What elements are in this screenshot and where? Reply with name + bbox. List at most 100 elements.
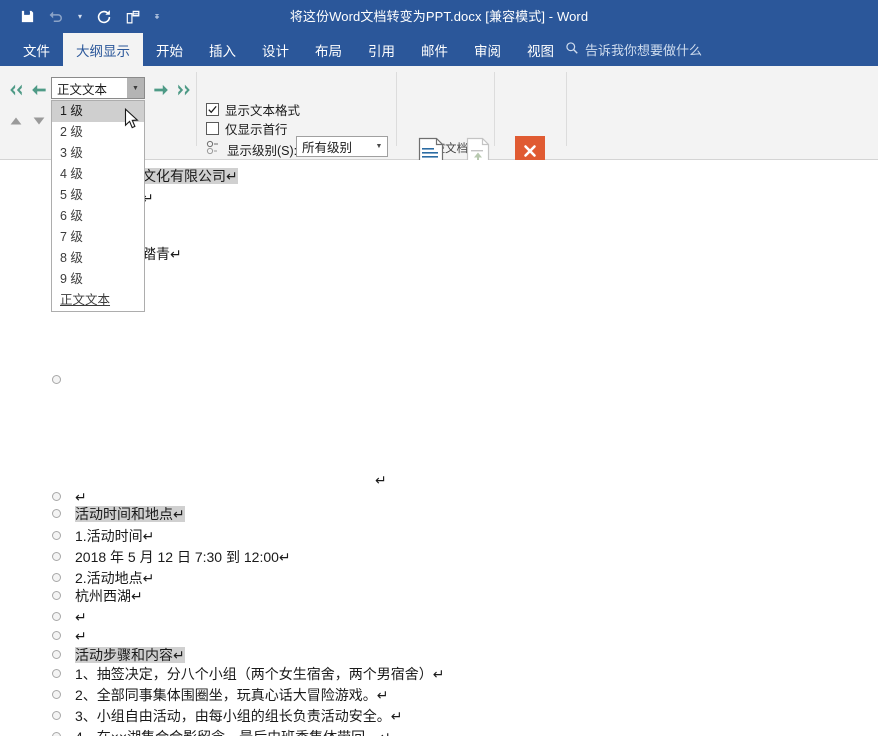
move-down-button[interactable] (28, 110, 50, 132)
document-line[interactable]: 1.活动时间↵ (75, 526, 154, 546)
outline-level-option[interactable]: 3 级 (52, 143, 144, 164)
outline-bullet-icon[interactable] (52, 531, 61, 540)
document-line[interactable]: 1、抽签决定，分八个小组（两个女生宿舍，两个男宿舍）↵ (75, 664, 445, 684)
document-line-text: ↵ (75, 609, 87, 625)
show-level-combo[interactable]: 所有级别 ▼ (296, 136, 388, 157)
document-line-text: 2、全部同事集体围圈坐，玩真心话大冒险游戏。↵ (75, 687, 389, 703)
tab-mailings[interactable]: 邮件 (408, 33, 461, 66)
tab-home[interactable]: 开始 (143, 33, 196, 66)
document-line[interactable]: 3、小组自由活动，由每小组的组长负责活动安全。↵ (75, 706, 403, 726)
outline-level-option[interactable]: 6 级 (52, 206, 144, 227)
outline-bullet-icon[interactable] (52, 690, 61, 699)
document-line-text: 1.活动时间↵ (75, 528, 154, 544)
document-line-text: 3、小组自由活动，由每小组的组长负责活动安全。↵ (75, 708, 403, 724)
word-window: ▾ ⩨ 将这份Word文档转变为PPT.docx [兼容模式] - Word 文… (0, 0, 878, 736)
document-line-text: ↵ (75, 489, 87, 505)
outline-bullet-icon[interactable] (52, 631, 61, 640)
outline-level-dropdown[interactable]: 1 级2 级3 级4 级5 级6 级7 级8 级9 级正文文本 (51, 100, 145, 312)
show-first-line-only-checkbox[interactable]: 仅显示首行 (206, 119, 288, 138)
document-line-text: 2.活动地点↵ (75, 570, 154, 586)
tab-review[interactable]: 审阅 (461, 33, 514, 66)
tab-file[interactable]: 文件 (10, 33, 63, 66)
checkbox-unchecked-icon (206, 122, 219, 135)
outline-bullet-icon[interactable] (52, 650, 61, 659)
outline-level-option[interactable]: 5 级 (52, 185, 144, 206)
document-line-text: 活动步骤和内容↵ (75, 647, 185, 663)
group-separator (494, 72, 495, 146)
outline-bullet-icon[interactable] (52, 552, 61, 561)
tab-design[interactable]: 设计 (249, 33, 302, 66)
document-line-text: ↵ (375, 472, 387, 488)
outline-bullet-icon[interactable] (52, 612, 61, 621)
outline-level-value: 正文文本 (52, 79, 127, 98)
document-line[interactable]: 2.活动地点↵ (75, 568, 154, 588)
outline-bullet-icon[interactable] (52, 375, 61, 384)
tab-insert[interactable]: 插入 (196, 33, 249, 66)
outline-bullet-icon[interactable] (52, 669, 61, 678)
outline-bullet-icon[interactable] (52, 509, 61, 518)
document-line-text: 2018 年 5 月 12 日 7:30 到 12:00↵ (75, 549, 291, 565)
ribbon-tab-bar: 文件 大纲显示 开始 插入 设计 布局 引用 邮件 审阅 视图 告诉我你想要做什… (0, 33, 878, 66)
group-separator (396, 72, 397, 146)
show-text-formatting-checkbox[interactable]: 显示文本格式 (206, 100, 300, 119)
outline-bullet-icon[interactable] (52, 711, 61, 720)
show-level-label: 显示级别(S): (227, 140, 297, 159)
outline-level-option[interactable]: 2 级 (52, 122, 144, 143)
document-line-text: 杭州西湖↵ (75, 588, 143, 604)
document-line-text: 活动时间和地点↵ (75, 506, 185, 522)
tell-me-label: 告诉我你想要做什么 (585, 40, 702, 59)
outline-level-combo[interactable]: 正文文本 ▼ (51, 77, 145, 99)
document-line-text: ↵ (75, 628, 87, 644)
document-line[interactable]: 4、在××湖集合合影留念，最后由班委集体带回。↵ (75, 727, 391, 736)
promote-button[interactable] (28, 79, 50, 101)
quick-access-toolbar: ▾ ⩨ (14, 0, 165, 33)
demote-to-body-text-button[interactable] (173, 79, 195, 101)
promote-to-heading1-button[interactable] (5, 79, 27, 101)
tab-references[interactable]: 引用 (355, 33, 408, 66)
document-line[interactable]: 杭州西湖↵ (75, 586, 143, 606)
document-line[interactable]: 活动步骤和内容↵ (75, 645, 185, 665)
outline-level-option[interactable]: 9 级 (52, 269, 144, 290)
document-line-text: 1、抽签决定，分八个小组（两个女生宿舍，两个男宿舍）↵ (75, 666, 445, 682)
show-first-line-only-label: 仅显示首行 (225, 119, 288, 138)
redo-icon[interactable] (91, 5, 117, 29)
chevron-down-icon[interactable]: ▼ (127, 78, 144, 98)
document-line[interactable]: ↵ (75, 626, 87, 646)
outline-bullet-icon[interactable] (52, 492, 61, 501)
tab-view[interactable]: 视图 (514, 33, 567, 66)
show-text-formatting-label: 显示文本格式 (225, 100, 300, 119)
move-up-button[interactable] (5, 110, 27, 132)
tab-layout[interactable]: 布局 (302, 33, 355, 66)
outline-level-option[interactable]: 正文文本 (52, 290, 144, 311)
document-line[interactable]: ↵ (375, 470, 387, 490)
format-painter-icon[interactable] (120, 5, 146, 29)
outline-bullet-icon[interactable] (52, 732, 61, 736)
document-line-text: 4、在××湖集合合影留念，最后由班委集体带回。↵ (75, 729, 391, 736)
group-separator (566, 72, 567, 146)
save-icon[interactable] (14, 5, 40, 29)
tab-outline[interactable]: 大纲显示 (63, 33, 143, 66)
undo-icon[interactable] (43, 5, 69, 29)
outline-level-option[interactable]: 8 级 (52, 248, 144, 269)
outline-level-option[interactable]: 4 级 (52, 164, 144, 185)
chevron-down-icon: ▼ (371, 143, 387, 150)
demote-button[interactable] (150, 79, 172, 101)
show-level-icon (206, 140, 224, 156)
document-line[interactable]: 活动时间和地点↵ (75, 504, 185, 524)
undo-dropdown-icon[interactable]: ▾ (72, 5, 88, 29)
checkbox-checked-icon (206, 103, 219, 116)
outline-level-option[interactable]: 7 级 (52, 227, 144, 248)
show-level-value: 所有级别 (297, 137, 371, 156)
title-bar: ▾ ⩨ 将这份Word文档转变为PPT.docx [兼容模式] - Word (0, 0, 878, 33)
group-separator (196, 72, 197, 146)
outline-bullet-icon[interactable] (52, 591, 61, 600)
outline-level-option[interactable]: 1 级 (52, 101, 144, 122)
document-line[interactable]: 2、全部同事集体围圈坐，玩真心话大冒险游戏。↵ (75, 685, 389, 705)
document-line[interactable]: 2018 年 5 月 12 日 7:30 到 12:00↵ (75, 547, 291, 567)
outline-bullet-icon[interactable] (52, 573, 61, 582)
document-line[interactable]: ↵ (75, 607, 87, 627)
ribbon-tabs: 文件 大纲显示 开始 插入 设计 布局 引用 邮件 审阅 视图 (10, 33, 567, 66)
customize-qat-icon[interactable]: ⩨ (149, 5, 165, 29)
search-icon (565, 41, 579, 58)
tell-me-box[interactable]: 告诉我你想要做什么 (565, 33, 702, 66)
